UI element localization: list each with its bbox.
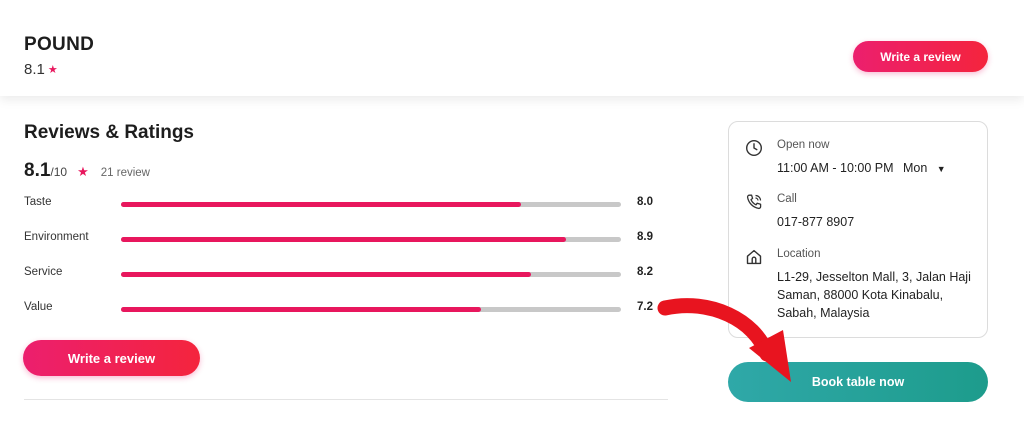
call-label: Call: [777, 193, 797, 205]
rating-value: 8.1: [24, 61, 45, 78]
rating-row-environment: Environment 8.9: [24, 229, 664, 249]
hours-label: Open now: [777, 139, 830, 151]
review-count: 21 review: [100, 167, 150, 179]
rating-value: 8.0: [637, 196, 653, 208]
section-divider: [24, 399, 668, 400]
phone-number[interactable]: 017-877 8907: [777, 213, 982, 231]
star-icon: ★: [77, 164, 89, 179]
annotation-arrow-icon: [657, 298, 791, 382]
star-icon: ★: [47, 64, 58, 76]
caret-down-icon: ▼: [936, 164, 946, 174]
rating-value: 8.2: [637, 266, 653, 278]
call-section: Call 017-877 8907: [745, 193, 980, 237]
rating-value: 8.9: [637, 231, 653, 243]
reviews-title: Reviews & Ratings: [24, 122, 194, 143]
score-value: 8.1: [24, 160, 51, 181]
business-name: POUND: [24, 34, 95, 55]
rating-row-taste: Taste 8.0: [24, 194, 664, 214]
location-address[interactable]: L1-29, Jesselton Mall, 3, Jalan Haji Sam…: [777, 268, 982, 322]
rating-label: Value: [24, 301, 53, 313]
phone-icon: [746, 194, 762, 210]
rating-label: Taste: [24, 196, 52, 208]
rating-bar-fill: [121, 237, 566, 242]
hours-value: 11:00 AM - 10:00 PM: [777, 161, 894, 175]
home-icon: [746, 249, 762, 265]
rating-bar-fill: [121, 202, 521, 207]
rating-bar-track: [121, 307, 621, 312]
rating-bar-track: [121, 237, 621, 242]
rating-bar-fill: [121, 307, 481, 312]
rating-value: 7.2: [637, 301, 653, 313]
rating-row-service: Service 8.2: [24, 264, 664, 284]
hours-dropdown[interactable]: 11:00 AM - 10:00 PM Mon ▼: [777, 159, 982, 178]
hours-day: Mon: [902, 161, 928, 175]
rating-bar-track: [121, 202, 621, 207]
rating-bar-track: [121, 272, 621, 277]
rating-label: Environment: [24, 231, 89, 243]
overall-score: 8.1 /10 ★ 21 review: [24, 160, 150, 182]
opening-hours: Open now 11:00 AM - 10:00 PM Mon ▼: [745, 139, 980, 183]
business-rating: 8.1 ★: [24, 61, 58, 78]
write-review-button-top[interactable]: Write a review: [853, 41, 988, 72]
score-out-of: /10: [50, 165, 68, 179]
rating-row-value: Value 7.2: [24, 299, 664, 319]
rating-bar-fill: [121, 272, 531, 277]
write-review-button[interactable]: Write a review: [23, 340, 200, 376]
location-label: Location: [777, 248, 821, 260]
business-header: POUND 8.1 ★ Write a review: [0, 0, 1024, 96]
rating-label: Service: [24, 266, 63, 278]
clock-icon: [745, 139, 763, 157]
